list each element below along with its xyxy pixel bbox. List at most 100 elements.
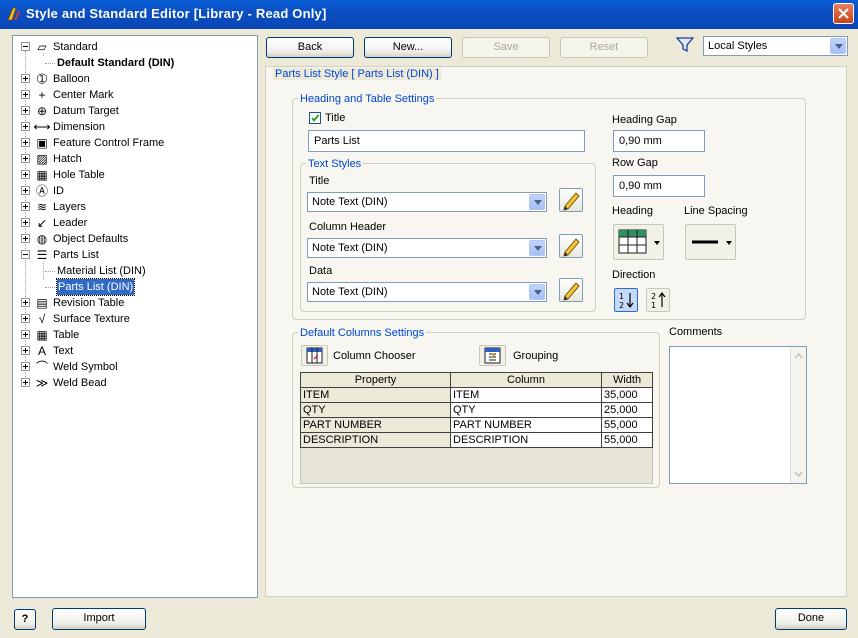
title-text-field[interactable]: Parts List [308, 130, 585, 152]
expand-icon[interactable] [21, 154, 30, 163]
expand-icon[interactable] [21, 90, 30, 99]
table-cell[interactable]: 55,000 [601, 432, 653, 448]
title-style-label: Title [309, 175, 330, 187]
tree-connector [43, 261, 44, 280]
center-mark-icon: + [38, 88, 46, 102]
save-button[interactable]: Save [462, 37, 550, 58]
sort-descending-icon: 2 1 [651, 292, 666, 310]
table-row[interactable]: QTY QTY 25,000 [300, 402, 653, 418]
column-header-dropdown[interactable]: Note Text (DIN) [307, 238, 547, 258]
table-cell[interactable]: DESCRIPTION [300, 432, 451, 448]
expand-icon[interactable] [21, 74, 30, 83]
table-cell[interactable]: QTY [300, 402, 451, 418]
tree-item-label: Center Mark [53, 89, 114, 101]
tree-item-label: Default Standard (DIN) [57, 57, 175, 69]
title-checkbox[interactable] [309, 112, 321, 124]
filter-icon[interactable] [676, 37, 694, 53]
tree-item-label: Text [53, 345, 74, 357]
table-icon: ▦ [36, 328, 48, 342]
expand-icon[interactable] [21, 346, 30, 355]
expand-icon[interactable] [21, 186, 30, 195]
tree-item-label: Surface Texture [53, 313, 130, 325]
line-spacing-button[interactable] [685, 224, 736, 260]
chevron-down-icon [529, 240, 545, 256]
direction-up-button[interactable]: 2 1 [646, 288, 670, 312]
row-gap-field[interactable]: 0,90 mm [613, 175, 705, 197]
table-row[interactable]: DESCRIPTION DESCRIPTION 55,000 [300, 432, 653, 448]
heading-position-button[interactable] [613, 224, 664, 260]
default-columns-title: Default Columns Settings [298, 327, 427, 339]
edit-data-style-button[interactable] [559, 278, 583, 302]
table-cell[interactable]: ITEM [300, 387, 451, 403]
table-row[interactable]: ITEM ITEM 35,000 [300, 387, 653, 403]
expand-icon[interactable] [21, 378, 30, 387]
heading-gap-field[interactable]: 0,90 mm [613, 130, 705, 152]
hatch-icon: ▨ [36, 152, 48, 166]
style-header: Parts List Style [ Parts List (DIN) ] [273, 68, 441, 80]
tree-item-label: Hole Table [53, 169, 105, 181]
collapse-icon[interactable] [21, 250, 30, 259]
feature-control-frame-icon: ▣ [36, 136, 48, 150]
expand-icon[interactable] [21, 138, 30, 147]
tree-item-label: Datum Target [53, 105, 119, 117]
data-style-dropdown[interactable]: Note Text (DIN) [307, 282, 547, 302]
direction-down-button[interactable]: 1 2 [614, 288, 638, 312]
expand-icon[interactable] [21, 218, 30, 227]
expand-icon[interactable] [21, 330, 30, 339]
pencil-icon [563, 238, 580, 257]
close-icon [838, 8, 849, 19]
table-cell[interactable]: ITEM [450, 387, 602, 403]
expand-icon[interactable] [21, 202, 30, 211]
expand-icon[interactable] [21, 106, 30, 115]
table-cell[interactable]: 35,000 [601, 387, 653, 403]
expand-icon[interactable] [21, 314, 30, 323]
column-header-column[interactable]: Column [450, 372, 602, 388]
back-button[interactable]: Back [266, 37, 354, 58]
table-cell[interactable]: PART NUMBER [450, 417, 602, 433]
columns-table[interactable]: Property Column Width ITEM ITEM 35,000 Q… [300, 372, 653, 448]
column-header-width[interactable]: Width [601, 372, 653, 388]
edit-title-style-button[interactable] [559, 188, 583, 212]
chevron-down-icon [529, 284, 545, 300]
comments-scrollbar[interactable] [790, 347, 806, 483]
grouping-button[interactable] [479, 345, 506, 366]
expand-icon[interactable] [21, 362, 30, 371]
window-title: Style and Standard Editor [Library - Rea… [26, 6, 327, 21]
collapse-icon[interactable] [21, 42, 30, 51]
heading-table-settings-title: Heading and Table Settings [298, 93, 437, 105]
column-chooser-button[interactable] [301, 345, 328, 366]
title-style-dropdown[interactable]: Note Text (DIN) [307, 192, 547, 212]
expand-icon[interactable] [21, 170, 30, 179]
edit-column-header-style-button[interactable] [559, 234, 583, 258]
style-filter-dropdown[interactable]: Local Styles [703, 36, 848, 56]
table-cell[interactable]: QTY [450, 402, 602, 418]
pencil-icon [563, 192, 580, 211]
style-tree[interactable]: ▱ Standard Default Standard (DIN) ➀ Balloon +… [12, 35, 258, 598]
new-button[interactable]: New... [364, 37, 452, 58]
tree-item-label: Weld Symbol [53, 361, 118, 373]
comments-field[interactable] [669, 346, 807, 484]
reset-button[interactable]: Reset [560, 37, 648, 58]
expand-icon[interactable] [21, 122, 30, 131]
balloon-icon: ➀ [36, 72, 48, 86]
close-button[interactable] [833, 3, 854, 24]
column-header-label: Column Header [309, 221, 387, 233]
import-button[interactable]: Import [52, 608, 146, 630]
tree-item-label: Material List (DIN) [57, 265, 146, 277]
table-cell[interactable]: 55,000 [601, 417, 653, 433]
tree-item-label: Table [53, 329, 80, 341]
expand-icon[interactable] [21, 234, 30, 243]
table-cell[interactable]: DESCRIPTION [450, 432, 602, 448]
parts-list-icon: ☰ [36, 248, 48, 262]
table-cell[interactable]: 25,000 [601, 402, 653, 418]
table-row[interactable]: PART NUMBER PART NUMBER 55,000 [300, 417, 653, 433]
hole-table-icon: ▦ [36, 168, 48, 182]
svg-text:1: 1 [619, 292, 624, 301]
heading-gap-label: Heading Gap [612, 114, 677, 126]
column-header-property[interactable]: Property [300, 372, 451, 388]
table-cell[interactable]: PART NUMBER [300, 417, 451, 433]
done-button[interactable]: Done [775, 608, 847, 630]
tree-item-label: Dimension [53, 121, 105, 133]
help-button[interactable]: ? [14, 609, 36, 630]
expand-icon[interactable] [21, 298, 30, 307]
